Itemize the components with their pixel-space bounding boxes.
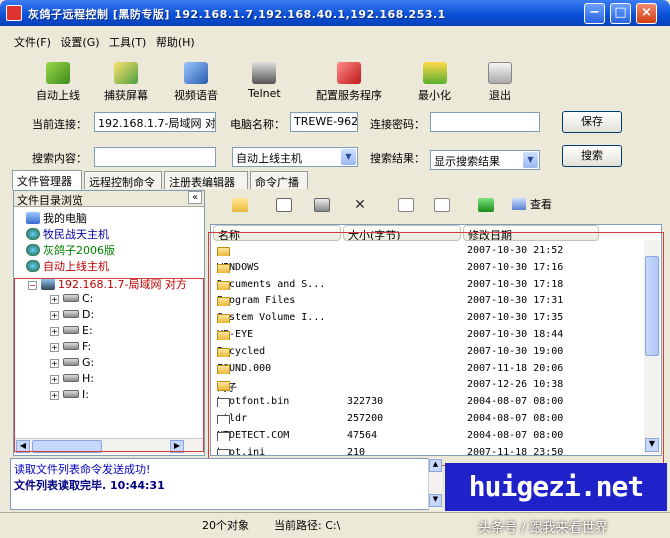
- globe-icon: [26, 228, 40, 240]
- menu-bar: 文件(F) 设置(G) 工具(T) 帮助(H): [14, 34, 201, 52]
- current-connection-field[interactable]: 192.168.1.7-局域网 对: [94, 112, 216, 132]
- tab-file-manager[interactable]: 文件管理器: [12, 170, 82, 190]
- menu-help[interactable]: 帮助(H): [156, 36, 195, 49]
- delete-icon[interactable]: ✕: [352, 198, 368, 212]
- globe-icon: [26, 244, 40, 256]
- search-content-label: 搜索内容：: [32, 152, 87, 165]
- tab-remote-commands[interactable]: 远程控制命令: [84, 171, 162, 189]
- video-voice-icon: [184, 62, 208, 84]
- maximize-window-button[interactable]: □: [610, 3, 631, 24]
- log-panel: 读取文件列表命令发送成功! 文件列表读取完毕. 10:44:31: [10, 458, 440, 510]
- host-select[interactable]: 自动上线主机 ▼: [232, 147, 358, 167]
- tree-auto-online-hosts[interactable]: 自动上线主机: [26, 258, 109, 274]
- telnet-icon: [252, 62, 277, 84]
- scroll-up-icon[interactable]: ▲: [429, 459, 442, 472]
- log-scrollbar[interactable]: ▲ ▼: [428, 458, 442, 510]
- app-icon: [6, 5, 22, 21]
- globe-icon: [26, 260, 40, 272]
- exit-icon: [488, 62, 512, 84]
- current-path: 当前路径: C:\: [274, 519, 341, 532]
- paste-icon[interactable]: [314, 198, 330, 212]
- file-toolbar: ✕ 查看: [212, 192, 660, 222]
- log-line: 读取文件列表命令发送成功!: [14, 463, 151, 476]
- capture-screen-icon: [114, 62, 138, 84]
- search-result-label: 搜索结果：: [370, 152, 425, 165]
- refresh-icon[interactable]: [478, 198, 494, 212]
- tree-header: 文件目录浏览 «: [14, 191, 204, 207]
- video-voice-button[interactable]: 视频语音: [174, 62, 218, 103]
- exit-button[interactable]: 退出: [488, 62, 512, 103]
- computer-name-field[interactable]: TREWE-962A: [290, 112, 358, 132]
- minimize-window-button[interactable]: −: [584, 3, 605, 24]
- save-button[interactable]: 保存: [562, 111, 622, 133]
- close-window-button[interactable]: ×: [636, 3, 657, 24]
- object-count: 20个对象: [202, 519, 249, 532]
- menu-file[interactable]: 文件(F): [14, 36, 51, 49]
- view-icon: [512, 198, 526, 210]
- highlight-box: [14, 278, 204, 452]
- minimize-icon: [422, 62, 447, 84]
- tree-my-computer[interactable]: 我的电脑: [26, 210, 87, 226]
- watermark: 头条号 / 跟我来看世界: [478, 521, 608, 536]
- collapse-panel-button[interactable]: «: [188, 191, 202, 204]
- tree-host-group[interactable]: 牧民战天主机: [26, 226, 109, 242]
- menu-tools[interactable]: 工具(T): [109, 36, 146, 49]
- capture-screen-button[interactable]: 捕获屏幕: [104, 62, 148, 103]
- chevron-down-icon: ▼: [341, 149, 356, 165]
- computer-icon: [26, 212, 40, 224]
- window-title: 灰鸽子远程控制 [黑防专版] 192.168.1.7,192.168.40.1,…: [28, 8, 446, 21]
- download-icon[interactable]: [434, 198, 450, 212]
- tab-command-broadcast[interactable]: 命令广播: [250, 171, 308, 189]
- scroll-down-icon[interactable]: ▼: [429, 494, 442, 507]
- auto-online-button[interactable]: 自动上线: [36, 62, 80, 103]
- computer-name-label: 电脑名称：: [230, 118, 285, 131]
- password-field[interactable]: [430, 112, 540, 132]
- copy-icon[interactable]: [276, 198, 292, 212]
- menu-settings[interactable]: 设置(G): [60, 36, 99, 49]
- password-label: 连接密码：: [370, 118, 425, 131]
- search-content-field[interactable]: [94, 147, 216, 167]
- tab-registry-editor[interactable]: 注册表编辑器: [164, 171, 248, 189]
- telnet-button[interactable]: Telnet: [248, 62, 281, 100]
- search-result-select[interactable]: 显示搜索结果 ▼: [430, 150, 540, 170]
- auto-online-icon: [46, 62, 70, 84]
- log-line: 文件列表读取完毕. 10:44:31: [14, 479, 165, 492]
- config-service-icon: [337, 62, 361, 84]
- tree-gezi-2006[interactable]: 灰鸽子2006版: [26, 242, 115, 258]
- chevron-down-icon: ▼: [523, 152, 538, 168]
- title-bar: 灰鸽子远程控制 [黑防专版] 192.168.1.7,192.168.40.1,…: [0, 0, 670, 26]
- search-button[interactable]: 搜索: [562, 145, 622, 167]
- highlight-box: [208, 232, 664, 466]
- config-service-button[interactable]: 配置服务程序: [316, 62, 382, 103]
- minimize-app-button[interactable]: 最小化: [418, 62, 451, 103]
- new-file-icon[interactable]: [398, 198, 414, 212]
- huigezi-banner: huigezi.net: [445, 463, 667, 511]
- view-menu-button[interactable]: 查看: [512, 196, 552, 212]
- up-folder-icon[interactable]: [232, 198, 248, 212]
- current-connection-label: 当前连接：: [32, 118, 87, 131]
